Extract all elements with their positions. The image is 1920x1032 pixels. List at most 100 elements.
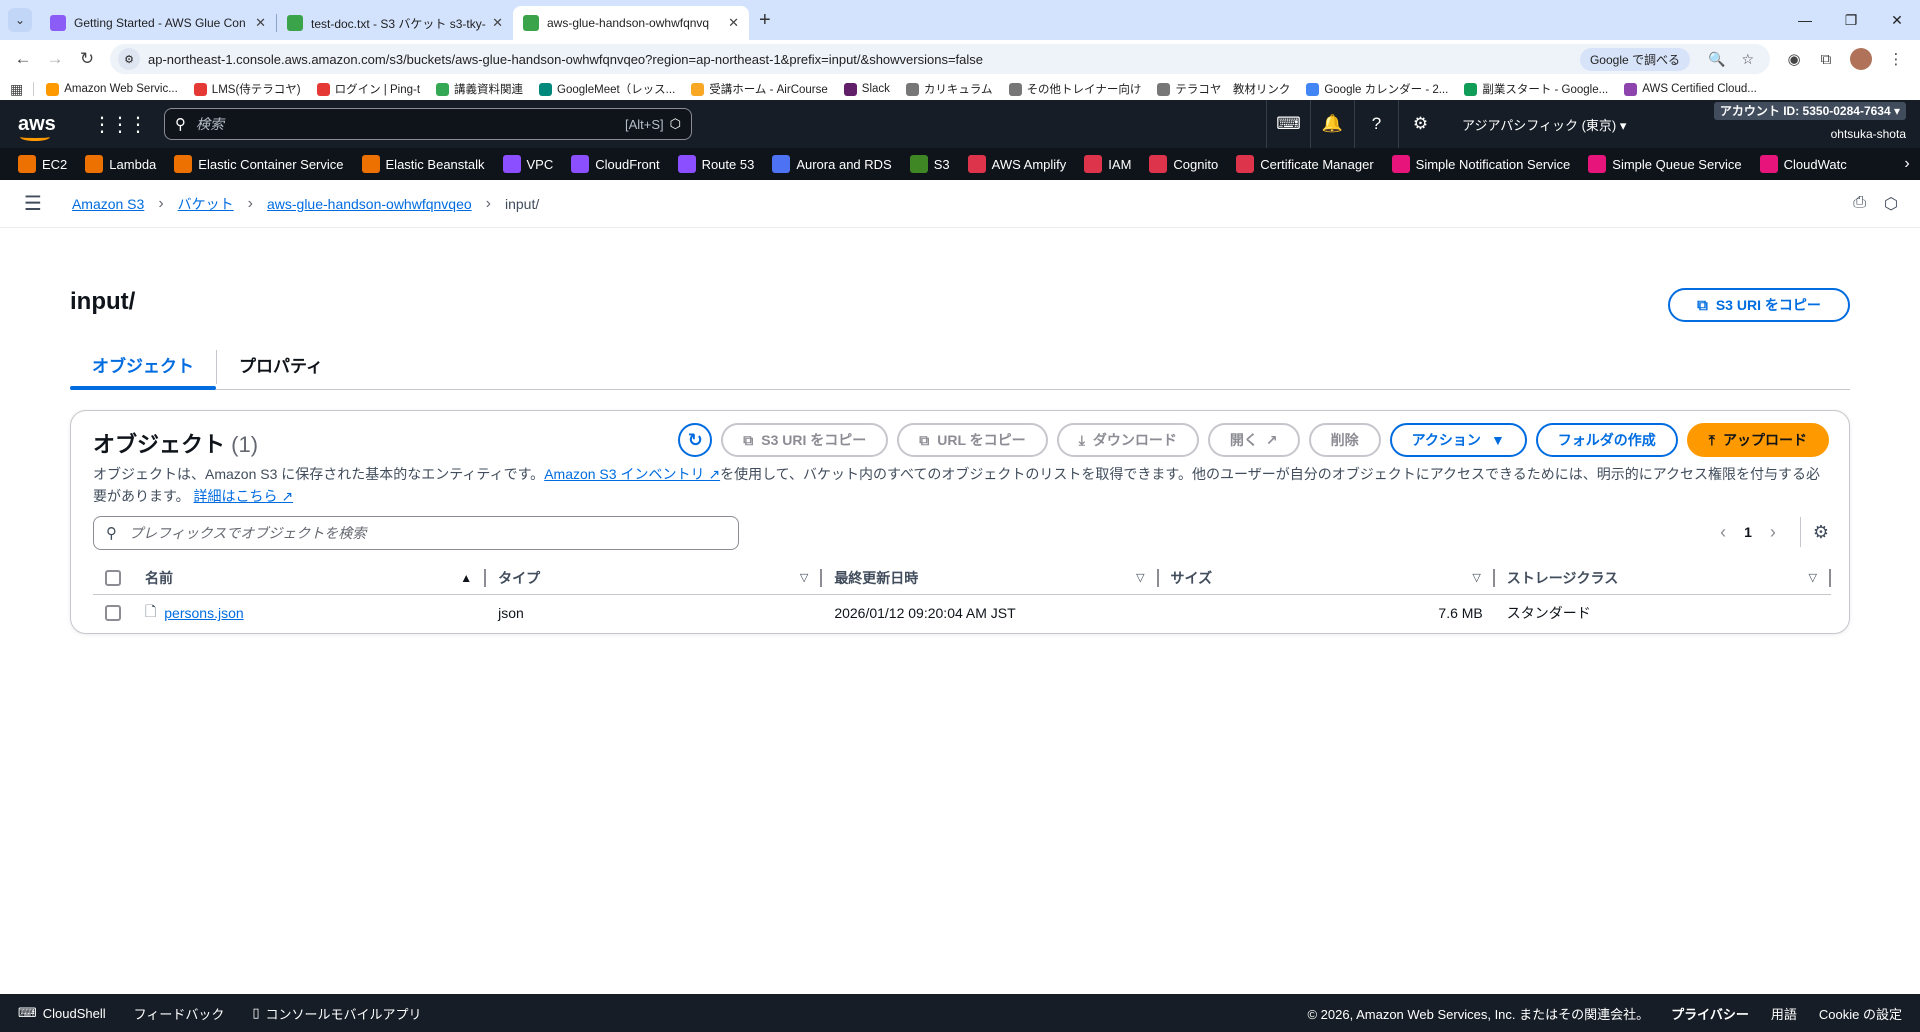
browser-tab[interactable]: aws-glue-handson-owhwfqnvq ✕	[513, 6, 749, 40]
favorite-service[interactable]: IAM	[1084, 155, 1131, 173]
bookmark-item[interactable]: 受講ホーム - AirCourse	[691, 81, 828, 97]
bookmark-item[interactable]: AWS Certified Cloud...	[1624, 81, 1757, 97]
favorite-service[interactable]: CloudFront	[571, 155, 660, 173]
page-number[interactable]: 1	[1744, 524, 1752, 540]
cloudshell-link[interactable]: ⌨ CloudShell	[18, 1005, 106, 1021]
tab-close-icon[interactable]: ✕	[728, 15, 739, 31]
select-all-checkbox[interactable]	[105, 569, 121, 586]
favorite-service[interactable]: Cognito	[1149, 155, 1218, 173]
chevron-right-icon[interactable]: ›	[1894, 148, 1920, 180]
settings-gear-icon[interactable]: ⚙	[1398, 100, 1442, 148]
download-button[interactable]: ⤓ ダウンロード	[1056, 423, 1199, 457]
bookmark-item[interactable]: 副業スタート - Google...	[1464, 81, 1608, 97]
profile-avatar[interactable]	[1850, 48, 1872, 70]
breadcrumb-amazon-s3[interactable]: Amazon S3	[72, 196, 144, 212]
zoom-icon[interactable]: 🔍	[1708, 51, 1725, 68]
object-link[interactable]: persons.json	[164, 605, 243, 621]
favorite-service[interactable]: VPC	[502, 155, 553, 173]
col-type[interactable]: タイプ ▽	[486, 561, 823, 594]
bookmark-item[interactable]: LMS(侍テラコヤ)	[193, 81, 301, 97]
learn-more-link[interactable]: 詳細はこちら ↗	[194, 488, 294, 504]
info-panel-icon[interactable]: ⬡	[1884, 194, 1898, 214]
tab-properties[interactable]: プロパティ	[217, 340, 345, 389]
favorite-service[interactable]: Aurora and RDS	[772, 155, 892, 173]
menu-icon[interactable]: ⋮	[1880, 44, 1912, 74]
copy-url-button[interactable]: ⧉ URL をコピー	[897, 423, 1048, 457]
favorite-service[interactable]: Route 53	[677, 155, 754, 173]
browser-tab[interactable]: test-doc.txt - S3 バケット s3-tky- ✕	[277, 6, 513, 40]
forward-icon[interactable]: →	[40, 44, 70, 74]
favorite-service[interactable]: AWS Amplify	[967, 155, 1066, 173]
browser-tab[interactable]: Getting Started - AWS Glue Con ✕	[40, 6, 276, 40]
extensions-icon[interactable]: ⧉	[1810, 44, 1842, 74]
favorite-service[interactable]: CloudWatc	[1759, 155, 1847, 173]
cookie-settings-link[interactable]: Cookie の設定	[1819, 1004, 1902, 1023]
amazon-q-icon[interactable]: ⬡	[670, 116, 681, 132]
col-name[interactable]: 名前 ▲	[133, 561, 487, 594]
restore-icon[interactable]: ❐	[1828, 0, 1874, 40]
inventory-link[interactable]: Amazon S3 インベントリ ↗	[544, 466, 720, 482]
bookmark-item[interactable]: Amazon Web Servic...	[46, 81, 178, 97]
next-page-icon[interactable]: ›	[1770, 522, 1776, 543]
address-bar[interactable]: ⚙ ap-northeast-1.console.aws.amazon.com/…	[110, 44, 1770, 74]
tab-search-icon[interactable]: ⌄	[8, 8, 32, 32]
col-storage-class[interactable]: ストレージクラス ▽	[1495, 561, 1832, 594]
terms-link[interactable]: 用語	[1771, 1004, 1797, 1023]
breadcrumb-bucket[interactable]: aws-glue-handson-owhwfqnvqeo	[267, 196, 472, 212]
account-menu[interactable]: アカウント ID: 5350-0284-7634 ▾ ohtsuka-shota	[1713, 102, 1906, 141]
region-selector[interactable]: アジアパシフィック (東京) ▾	[1462, 115, 1626, 134]
privacy-link[interactable]: プライバシー	[1671, 1004, 1749, 1023]
close-window-icon[interactable]: ✕	[1874, 0, 1920, 40]
col-divider[interactable]	[1829, 569, 1832, 587]
bookmark-item[interactable]: ログイン | Ping-t	[316, 81, 420, 97]
new-tab-button[interactable]: +	[759, 9, 771, 32]
bookmark-item[interactable]: Slack	[843, 81, 890, 97]
row-checkbox[interactable]	[105, 605, 121, 621]
favorite-service[interactable]: S3	[909, 155, 950, 173]
favorite-service[interactable]: Simple Queue Service	[1588, 155, 1742, 173]
bookmark-item[interactable]: Google カレンダー - 2...	[1306, 81, 1448, 97]
hamburger-menu-icon[interactable]: ☰	[24, 191, 42, 216]
favorite-service[interactable]: Elastic Beanstalk	[361, 155, 485, 173]
open-button[interactable]: 開く ↗	[1207, 423, 1300, 457]
object-filter-input[interactable]	[129, 525, 726, 541]
upload-button[interactable]: ⤒ アップロード	[1686, 423, 1829, 457]
prev-page-icon[interactable]: ‹	[1720, 522, 1726, 543]
feedback-link[interactable]: フィードバック	[134, 1004, 225, 1023]
actions-dropdown[interactable]: アクション ▼	[1389, 423, 1527, 457]
bookmark-item[interactable]: 講義資料関連	[436, 81, 523, 97]
cloudshell-icon[interactable]: ⌨	[1266, 100, 1310, 148]
aws-search-input[interactable]	[196, 116, 625, 132]
refresh-button[interactable]: ↻	[678, 423, 713, 457]
bookmark-star-icon[interactable]: ☆	[1741, 51, 1754, 68]
aws-search-box[interactable]: ⚲ [Alt+S] ⬡	[164, 108, 692, 140]
bookmark-item[interactable]: テラコヤ 教材リンク	[1157, 81, 1290, 97]
create-folder-button[interactable]: フォルダの作成	[1535, 423, 1678, 457]
favorite-service[interactable]: Lambda	[85, 155, 156, 173]
url-text[interactable]: ap-northeast-1.console.aws.amazon.com/s3…	[148, 52, 1580, 67]
notifications-bell-icon[interactable]: 🔔	[1310, 100, 1354, 148]
notebook-icon[interactable]: ⎙	[1853, 194, 1866, 214]
favorite-service[interactable]: EC2	[18, 155, 67, 173]
copy-s3-uri-disabled-button[interactable]: ⧉ S3 URI をコピー	[721, 423, 889, 457]
col-modified[interactable]: 最終更新日時 ▽	[822, 561, 1159, 594]
col-size[interactable]: サイズ ▽	[1159, 561, 1495, 594]
minimize-icon[interactable]: —	[1782, 0, 1828, 40]
breadcrumb-buckets[interactable]: バケット	[178, 194, 234, 214]
delete-button[interactable]: 削除	[1308, 423, 1381, 457]
object-filter[interactable]: ⚲	[93, 516, 739, 550]
site-info-icon[interactable]: ⚙	[118, 48, 140, 70]
tab-objects[interactable]: オブジェクト	[70, 340, 216, 390]
tab-close-icon[interactable]: ✕	[492, 15, 503, 31]
help-icon[interactable]: ?	[1354, 100, 1398, 148]
bookmark-item[interactable]: その他トレイナー向け	[1008, 81, 1141, 97]
account-id[interactable]: アカウント ID: 5350-0284-7634 ▾	[1713, 102, 1906, 120]
bookmark-item[interactable]: カリキュラム	[905, 81, 993, 97]
table-settings-icon[interactable]: ⚙	[1813, 522, 1829, 543]
reload-icon[interactable]: ↻	[72, 44, 102, 74]
favorite-service[interactable]: Certificate Manager	[1236, 155, 1374, 173]
tab-close-icon[interactable]: ✕	[255, 15, 266, 31]
apps-icon[interactable]: ▦	[10, 81, 23, 98]
bookmark-item[interactable]: GoogleMeet（レッス...	[539, 81, 675, 97]
screenshot-icon[interactable]: ◉	[1778, 44, 1810, 74]
